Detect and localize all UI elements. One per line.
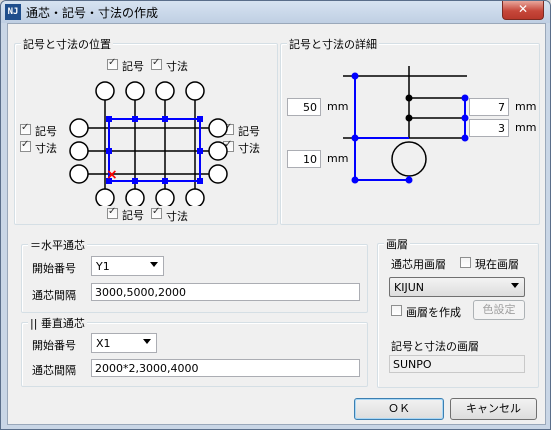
layer-select-value: KIJUN xyxy=(394,281,424,294)
horizontal-start-value: Y1 xyxy=(96,260,110,273)
vertical-interval-field[interactable]: 2000*2,3000,4000 xyxy=(91,359,360,377)
layer-group: 画層 通芯用画層 現在画層 KIJUN 画層を作成 色設定 記号と寸法の画層 S… xyxy=(377,236,539,388)
dialog-client: 記号と寸法の位置 記号 寸法 記号 寸法 記号 寸法 記号 寸法 xyxy=(7,23,546,425)
create-layer-label: 画層を作成 xyxy=(406,306,461,319)
horizontal-interval-field[interactable]: 3000,5000,2000 xyxy=(91,283,360,301)
vertical-grid-title: || 垂直通芯 xyxy=(28,315,87,331)
left-dim-label: 寸法 xyxy=(35,142,57,155)
top-dim-label: 寸法 xyxy=(166,60,188,73)
horizontal-grid-title: ＝水平通芯 xyxy=(28,237,87,253)
detail-diagram xyxy=(343,66,469,184)
position-group-title: 記号と寸法の位置 xyxy=(21,36,113,52)
top-dim-checkbox[interactable] xyxy=(151,57,162,70)
app-icon: NJ xyxy=(5,4,21,20)
horizontal-interval-label: 通芯間隔 xyxy=(32,289,76,302)
offset-bottom-right-unit: mm xyxy=(515,121,537,134)
vertical-interval-label: 通芯間隔 xyxy=(32,364,76,377)
current-layer-label: 現在画層 xyxy=(475,258,519,271)
right-symbol-label: 記号 xyxy=(238,125,260,138)
color-setting-button[interactable]: 色設定 xyxy=(473,300,525,320)
layer-select[interactable]: KIJUN xyxy=(389,277,525,297)
cancel-button[interactable]: キャンセル xyxy=(450,398,537,420)
left-dim-checkbox[interactable] xyxy=(20,139,31,152)
offset-top-right-unit: mm xyxy=(515,100,537,113)
right-dim-label: 寸法 xyxy=(238,142,260,155)
vertical-start-label: 開始番号 xyxy=(32,339,76,352)
symdim-layer-label: 記号と寸法の画層 xyxy=(391,340,479,353)
close-button[interactable]: ✕ xyxy=(502,1,544,20)
offset-bottom-left-field[interactable]: 10 xyxy=(287,150,321,168)
vertical-grid-group: || 垂直通芯 開始番号 X1 通芯間隔 2000*2,3000,4000 xyxy=(21,315,368,387)
create-layer-checkbox[interactable] xyxy=(391,305,402,316)
detail-group-title: 記号と寸法の詳細 xyxy=(287,36,379,52)
dialog-window: NJ 通芯・記号・寸法の作成 ✕ 記号と寸法の位置 記号 寸法 記号 寸法 記号… xyxy=(0,0,551,430)
grid-layer-label: 通芯用画層 xyxy=(391,258,446,271)
chevron-down-icon xyxy=(511,283,519,288)
bottom-symbol-checkbox[interactable] xyxy=(107,206,118,219)
bottom-dim-label: 寸法 xyxy=(166,210,188,223)
top-symbol-checkbox[interactable] xyxy=(107,57,118,70)
chevron-down-icon xyxy=(143,339,151,344)
left-symbol-checkbox[interactable] xyxy=(20,122,31,135)
offset-top-left-field[interactable]: 50 xyxy=(287,98,321,116)
svg-text:×: × xyxy=(106,167,118,183)
horizontal-start-select[interactable]: Y1 xyxy=(91,256,164,276)
offset-bottom-right-field[interactable]: 3 xyxy=(469,119,509,137)
horizontal-grid-group: ＝水平通芯 開始番号 Y1 通芯間隔 3000,5000,2000 xyxy=(21,237,368,313)
vertical-start-select[interactable]: X1 xyxy=(91,333,157,353)
offset-top-right-field[interactable]: 7 xyxy=(469,98,509,116)
current-layer-checkbox[interactable] xyxy=(460,257,471,268)
detail-group: 記号と寸法の詳細 50 mm 10 mm 7 mm 3 mm xyxy=(280,36,540,225)
chevron-down-icon xyxy=(150,262,158,267)
bottom-dim-checkbox[interactable] xyxy=(151,206,162,219)
position-group: 記号と寸法の位置 記号 寸法 記号 寸法 記号 寸法 記号 寸法 xyxy=(14,36,278,225)
top-symbol-label: 記号 xyxy=(122,60,144,73)
window-title: 通芯・記号・寸法の作成 xyxy=(26,6,159,20)
ok-button[interactable]: ＯＫ xyxy=(354,398,444,420)
symdim-layer-field: SUNPO xyxy=(389,355,525,373)
horizontal-start-label: 開始番号 xyxy=(32,262,76,275)
vertical-start-value: X1 xyxy=(96,337,111,350)
grid-position-diagram: × xyxy=(69,81,228,206)
title-bar[interactable]: NJ 通芯・記号・寸法の作成 ✕ xyxy=(1,1,550,23)
layer-group-title: 画層 xyxy=(384,236,410,252)
left-symbol-label: 記号 xyxy=(35,125,57,138)
bottom-symbol-label: 記号 xyxy=(122,209,144,222)
